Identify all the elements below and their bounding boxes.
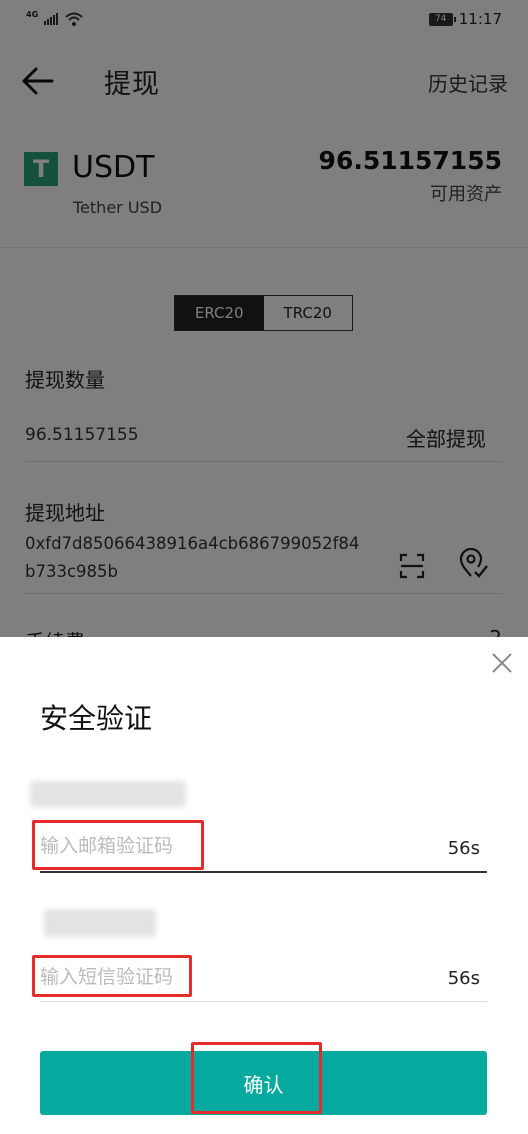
sms-underline xyxy=(40,1001,487,1002)
confirm-highlight-box xyxy=(191,1042,322,1114)
email-underline xyxy=(40,871,487,873)
sms-highlight-box xyxy=(32,955,192,997)
email-countdown: 56s xyxy=(447,838,480,859)
sms-countdown: 56s xyxy=(447,968,480,989)
dialog-title: 安全验证 xyxy=(40,702,153,735)
close-icon[interactable] xyxy=(490,651,514,675)
modal-backdrop[interactable] xyxy=(0,0,528,637)
email-highlight-box xyxy=(32,820,204,870)
security-verification-sheet: 安全验证 56s 56s 确认 xyxy=(0,637,528,1134)
masked-email xyxy=(30,781,186,807)
masked-phone xyxy=(44,909,156,937)
